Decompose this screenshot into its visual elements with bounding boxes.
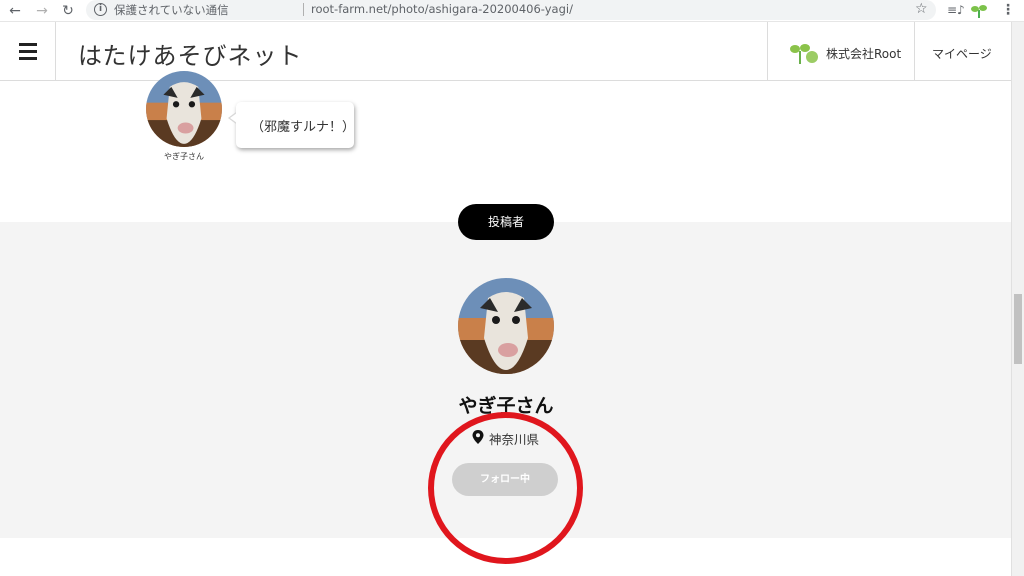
info-icon[interactable]: i (94, 3, 107, 16)
poster-avatar[interactable] (458, 278, 554, 374)
forward-icon[interactable]: → (33, 2, 51, 20)
comment-text: （邪魔すルナ！） (251, 120, 356, 135)
menu-button[interactable] (0, 22, 56, 80)
address-bar[interactable]: i 保護されていない通信 root-farm.net/photo/ashigar… (86, 0, 936, 20)
site-header: はたけあそびネット 株式会社Root マイページ (0, 22, 1011, 81)
goat-avatar-image (458, 278, 554, 374)
extension-sprout-icon[interactable] (970, 2, 988, 20)
root-logo-icon (790, 44, 818, 64)
company-link[interactable]: 株式会社Root (767, 22, 914, 80)
security-status: 保護されていない通信 (114, 3, 229, 17)
url-text[interactable]: root-farm.net/photo/ashigara-20200406-ya… (311, 2, 573, 16)
star-icon[interactable]: ☆ (915, 1, 928, 17)
hamburger-icon-line (19, 50, 37, 53)
reload-icon[interactable]: ↻ (59, 2, 77, 20)
goat-avatar-image (146, 71, 222, 147)
comment-avatar[interactable] (146, 71, 222, 147)
site-title[interactable]: はたけあそびネット (78, 36, 303, 71)
hamburger-icon (19, 43, 37, 46)
company-label: 株式会社Root (826, 47, 902, 61)
annotation-circle (428, 412, 583, 564)
more-vert-icon[interactable]: ⋮ (1001, 2, 1015, 18)
poster-section-label: 投稿者 (458, 204, 554, 240)
hamburger-icon-line (19, 57, 37, 60)
comment-bubble: （邪魔すルナ！） (228, 102, 356, 148)
comment-author: やぎ子さん (164, 152, 204, 161)
page-scrollbar[interactable] (1011, 22, 1024, 576)
back-icon[interactable]: ← (6, 2, 24, 20)
playlist-icon[interactable]: ≡♪ (947, 3, 965, 17)
scrollbar-thumb[interactable] (1014, 294, 1022, 364)
divider (303, 3, 304, 16)
browser-toolbar: ← → ↻ i 保護されていない通信 root-farm.net/photo/a… (0, 0, 1024, 22)
mypage-label: マイページ (932, 47, 992, 61)
mypage-link[interactable]: マイページ (914, 22, 1011, 80)
